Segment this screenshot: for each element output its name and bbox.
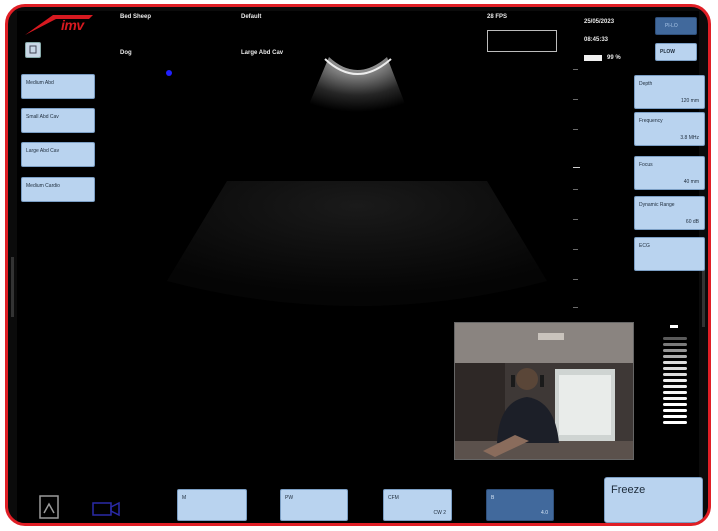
plow-button[interactable]: PLOW: [655, 43, 697, 61]
ultrasound-screen: imv Bed Sheep Default Dog Large Abd Cav …: [17, 11, 705, 523]
tablet-frame: imv Bed Sheep Default Dog Large Abd Cav …: [5, 4, 711, 526]
cine-icon[interactable]: [39, 495, 59, 519]
depth-scale: [572, 69, 582, 309]
mode-b-button[interactable]: B 4.0: [486, 489, 554, 521]
battery-icon: [584, 55, 602, 61]
probe-name: Large Abd Cav: [241, 50, 284, 56]
time-readout: 08:45:33: [584, 37, 609, 43]
param-focus[interactable]: Focus 40 mm: [634, 156, 705, 190]
param-depth[interactable]: Depth 120 mm: [634, 75, 705, 109]
slot-button[interactable]: Pl-LO: [655, 17, 697, 35]
mode-cfm-button[interactable]: CFM CW 2: [383, 489, 452, 521]
side-notch-left: [11, 257, 14, 317]
camera-icon[interactable]: [92, 501, 120, 517]
exam-name: Bed Sheep: [120, 14, 152, 20]
battery-readout: 99 %: [607, 55, 621, 61]
ultrasound-image-near-field: [307, 57, 407, 117]
webcam-preview: [454, 322, 634, 460]
param-frequency[interactable]: Frequency 3.8 MHz: [634, 112, 705, 146]
settings-icon[interactable]: [25, 42, 41, 58]
grayscale-marker: [670, 325, 678, 328]
param-ecg[interactable]: ECG: [634, 237, 705, 271]
preset-name: Default: [241, 14, 262, 20]
preset-button-small-abd[interactable]: Small Abd Cav: [21, 108, 95, 133]
orientation-marker: [166, 70, 172, 76]
preset-button-large-abd[interactable]: Large Abd Cav: [21, 142, 95, 167]
imv-logo: imv: [23, 13, 98, 37]
preset-button-medium-abd[interactable]: Medium Abd: [21, 74, 95, 99]
side-notch-right: [702, 267, 705, 327]
grayscale-bar: [660, 325, 692, 425]
ultrasound-image-far-field: [167, 181, 547, 306]
fps-box: [487, 30, 557, 52]
param-dynamic-range[interactable]: Dynamic Range 60 dB: [634, 196, 705, 230]
mode-m-button[interactable]: M: [177, 489, 247, 521]
date-readout: 25/05/2023: [584, 19, 615, 25]
freeze-button[interactable]: Freeze: [604, 477, 703, 523]
species-name: Dog: [120, 50, 132, 56]
logo-text: imv: [61, 17, 84, 33]
preset-button-medium-cardio[interactable]: Medium Cardio: [21, 177, 95, 202]
fps-readout: 28 FPS: [487, 14, 508, 20]
mode-pw-button[interactable]: PW: [280, 489, 348, 521]
